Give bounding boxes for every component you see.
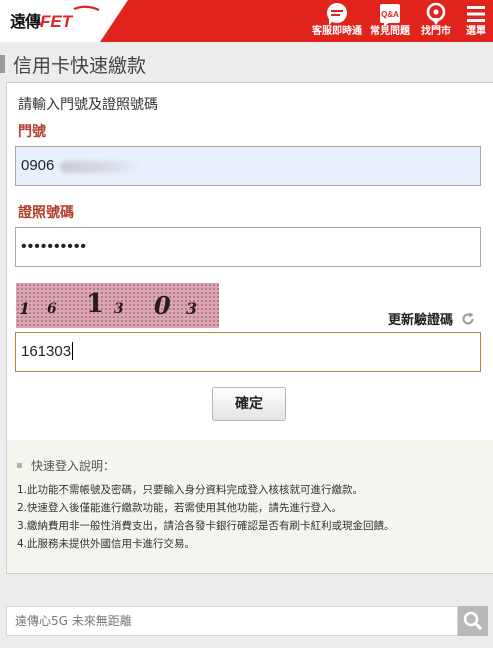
nav-menu[interactable]: 選單: [462, 2, 490, 40]
notes-heading-text: 快速登入說明：: [31, 459, 116, 473]
search-button[interactable]: [458, 606, 488, 636]
phone-value: 0906: [21, 157, 55, 174]
location-pin-icon: [426, 2, 446, 25]
menu-icon: [467, 6, 485, 22]
qa-badge-text: Q&A: [381, 10, 399, 19]
top-header: 遠傳FET 客服即時通 Q&A 常見問題 找門市 選單: [0, 0, 493, 42]
note-item: 3.繳納費用非一般性消費支出，請洽各發卡銀行確認是否有刷卡紅利或現金回饋。: [17, 520, 395, 532]
captcha-digit: 1: [19, 299, 31, 318]
refresh-captcha-label: 更新驗證碼: [388, 313, 454, 328]
note-item: 4.此服務未提供外國信用卡進行交易。: [17, 538, 196, 550]
page-title: 信用卡快速繳款: [13, 55, 147, 77]
captcha-digit: 3: [114, 301, 124, 317]
nav-find-store-label: 找門市: [421, 26, 451, 37]
masked-number-blur: [60, 161, 142, 173]
title-marker: [0, 55, 5, 73]
notes-heading: 快速登入說明：: [17, 457, 115, 474]
note-item: 1.此功能不需帳號及密碼，只要輸入身分資料完成登入核核就可進行繳款。: [17, 484, 364, 496]
search-icon: [463, 611, 483, 631]
logo-text: 遠傳FET: [10, 8, 72, 32]
qa-icon: Q&A: [380, 4, 400, 26]
id-number-label: 證照號碼: [18, 205, 74, 221]
refresh-captcha-link[interactable]: 更新驗證碼: [388, 309, 475, 328]
nav-find-store[interactable]: 找門市: [418, 2, 454, 40]
captcha-digit: 3: [186, 299, 198, 318]
phone-input[interactable]: 0906: [15, 146, 481, 186]
id-number-value: ••••••••••: [21, 238, 88, 255]
captcha-digit: 1: [86, 289, 105, 319]
chat-icon: [327, 3, 347, 25]
nav-live-chat-label: 客服即時通: [312, 26, 362, 37]
square-bullet-icon: [17, 463, 22, 468]
id-number-input[interactable]: ••••••••••: [15, 227, 481, 267]
captcha-input-value: 161303: [21, 343, 72, 360]
captcha-image: 1 6 1 3 0 3: [16, 283, 219, 328]
logo-en: FET: [40, 12, 73, 31]
captcha-input[interactable]: 161303: [15, 332, 481, 372]
site-search-input[interactable]: 遠傳心5G 未來無距離: [6, 606, 458, 636]
confirm-button[interactable]: 確定: [212, 387, 286, 421]
captcha-digit: 6: [47, 301, 57, 317]
text-cursor: [72, 342, 74, 360]
logo-cn: 遠傳: [10, 12, 41, 31]
refresh-icon: [462, 312, 474, 325]
captcha-digit: 0: [154, 291, 171, 320]
form-instruction: 請輸入門號及證照號碼: [18, 97, 158, 113]
nav-faq-label: 常見問題: [370, 26, 410, 37]
phone-label: 門號: [18, 124, 46, 140]
note-item: 2.快速登入後僅能進行繳款功能，若需使用其他功能，請先進行登入。: [17, 502, 343, 514]
nav-menu-label: 選單: [466, 26, 486, 37]
nav-faq[interactable]: Q&A 常見問題: [368, 2, 412, 40]
nav-live-chat[interactable]: 客服即時通: [311, 2, 363, 40]
fet-logo[interactable]: 遠傳FET: [0, 0, 150, 42]
